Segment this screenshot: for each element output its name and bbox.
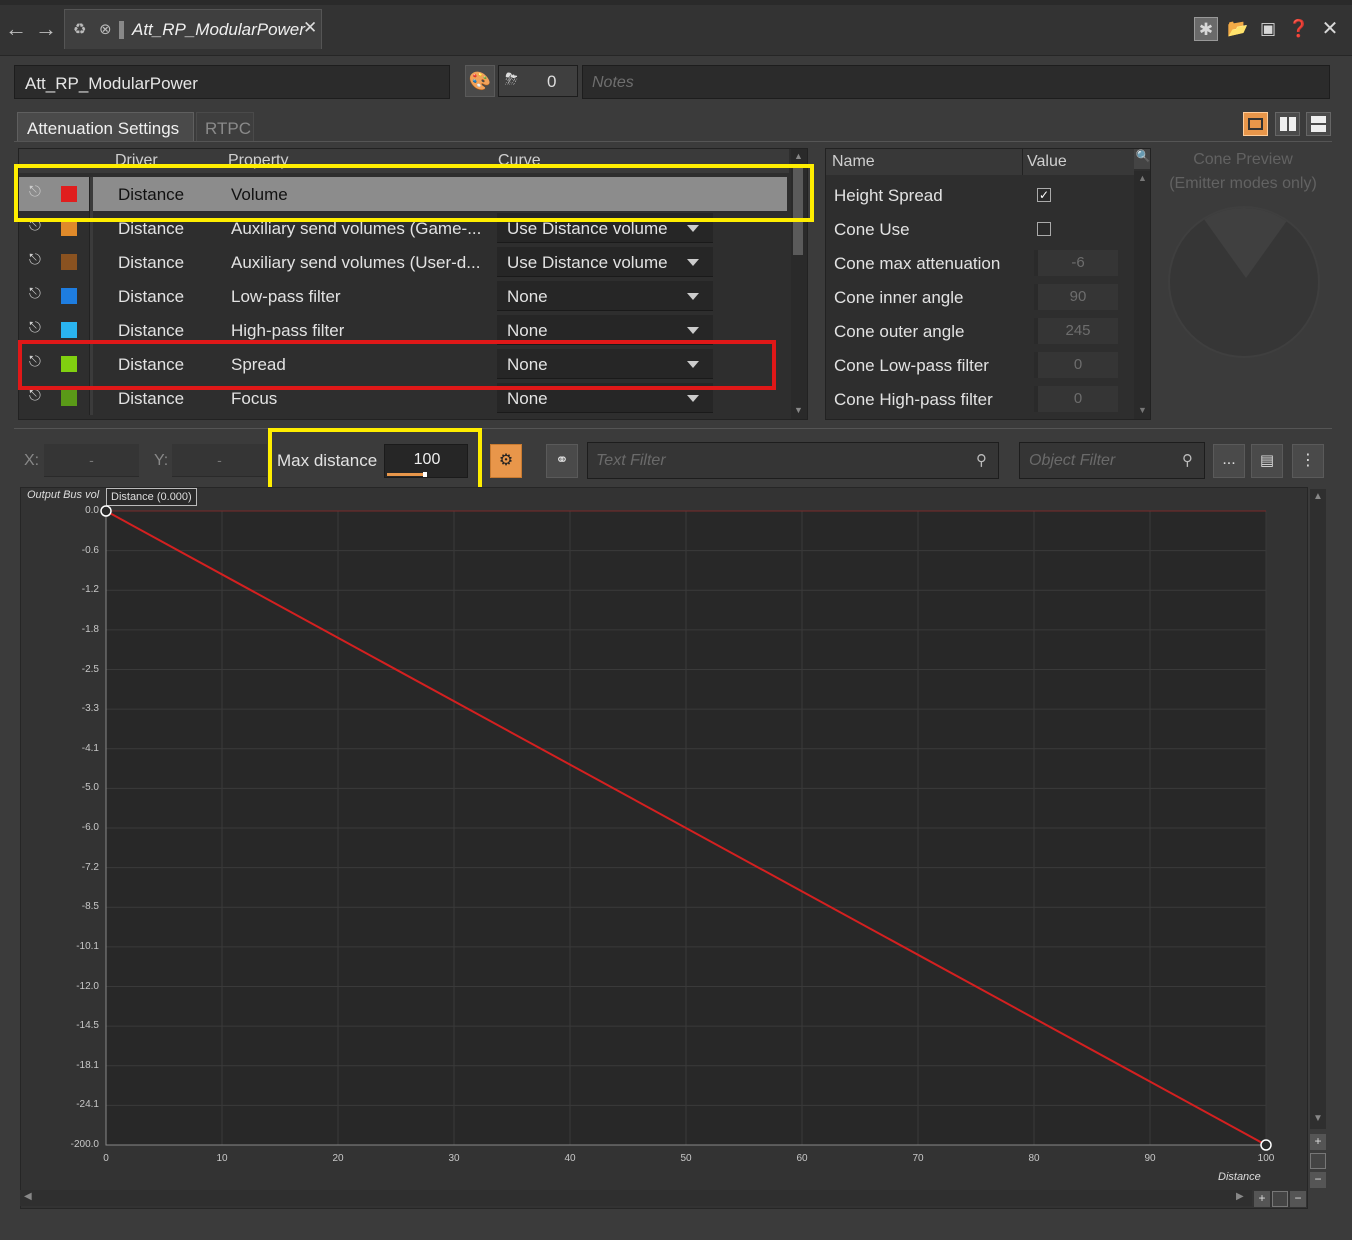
y-tick-label: -10.1 <box>76 940 99 952</box>
y-tick-label: -0.6 <box>81 544 99 556</box>
x-tick-label: 10 <box>216 1153 228 1164</box>
y-tick-label: -1.8 <box>81 623 99 635</box>
x-tick-label: 90 <box>1144 1153 1156 1164</box>
x-tick-label: 100 <box>1257 1153 1275 1164</box>
x-tick-label: 50 <box>680 1153 692 1164</box>
y-tick-label: -200.0 <box>70 1139 99 1150</box>
graph-vertical-scrollbar[interactable]: ▲ ▼ <box>1310 489 1326 1129</box>
fit-vertical-icon[interactable] <box>1310 1153 1326 1169</box>
x-tick-label: 30 <box>448 1153 460 1164</box>
zoom-in-vertical-icon[interactable]: + <box>1310 1134 1326 1150</box>
curve-point[interactable] <box>100 505 112 517</box>
fit-horizontal-icon[interactable] <box>1272 1191 1288 1207</box>
y-tick-label: -6.0 <box>81 822 99 833</box>
y-tick-label: -2.5 <box>81 663 99 675</box>
x-tick-label: 20 <box>332 1153 344 1164</box>
x-tick-label: 60 <box>796 1153 808 1164</box>
y-tick-label: -24.1 <box>76 1099 99 1111</box>
scroll-down-icon[interactable]: ▼ <box>1313 1113 1323 1124</box>
y-tick-label: -3.3 <box>81 703 99 715</box>
scroll-left-icon[interactable]: ◀ <box>24 1191 32 1202</box>
zoom-out-horizontal-icon[interactable]: − <box>1290 1191 1306 1207</box>
y-tick-label: -14.5 <box>76 1020 99 1032</box>
x-tick-label: 40 <box>564 1153 576 1164</box>
y-tick-label: -8.5 <box>81 901 99 913</box>
y-tick-label: -12.0 <box>76 980 99 992</box>
y-tick-label: -1.2 <box>81 584 99 596</box>
zoom-in-horizontal-icon[interactable]: + <box>1254 1191 1270 1207</box>
x-tick-label: 80 <box>1028 1153 1040 1164</box>
curve-point[interactable] <box>1260 1139 1272 1151</box>
y-tick-label: 0.0 <box>85 505 99 516</box>
graph-horizontal-scrollbar[interactable]: ◀ ▶ <box>20 1190 1252 1206</box>
y-tick-label: -4.1 <box>81 742 99 754</box>
scroll-up-icon[interactable]: ▲ <box>1313 491 1323 502</box>
x-tick-label: 0 <box>103 1153 109 1164</box>
y-tick-label: -7.2 <box>81 861 99 873</box>
scroll-right-icon[interactable]: ▶ <box>1236 1191 1244 1202</box>
y-tick-label: -18.1 <box>76 1059 99 1071</box>
y-tick-label: -5.0 <box>81 782 99 794</box>
x-tick-label: 70 <box>912 1153 924 1164</box>
zoom-out-vertical-icon[interactable]: − <box>1310 1172 1326 1188</box>
volume-curve-chart[interactable] <box>0 0 1352 1240</box>
